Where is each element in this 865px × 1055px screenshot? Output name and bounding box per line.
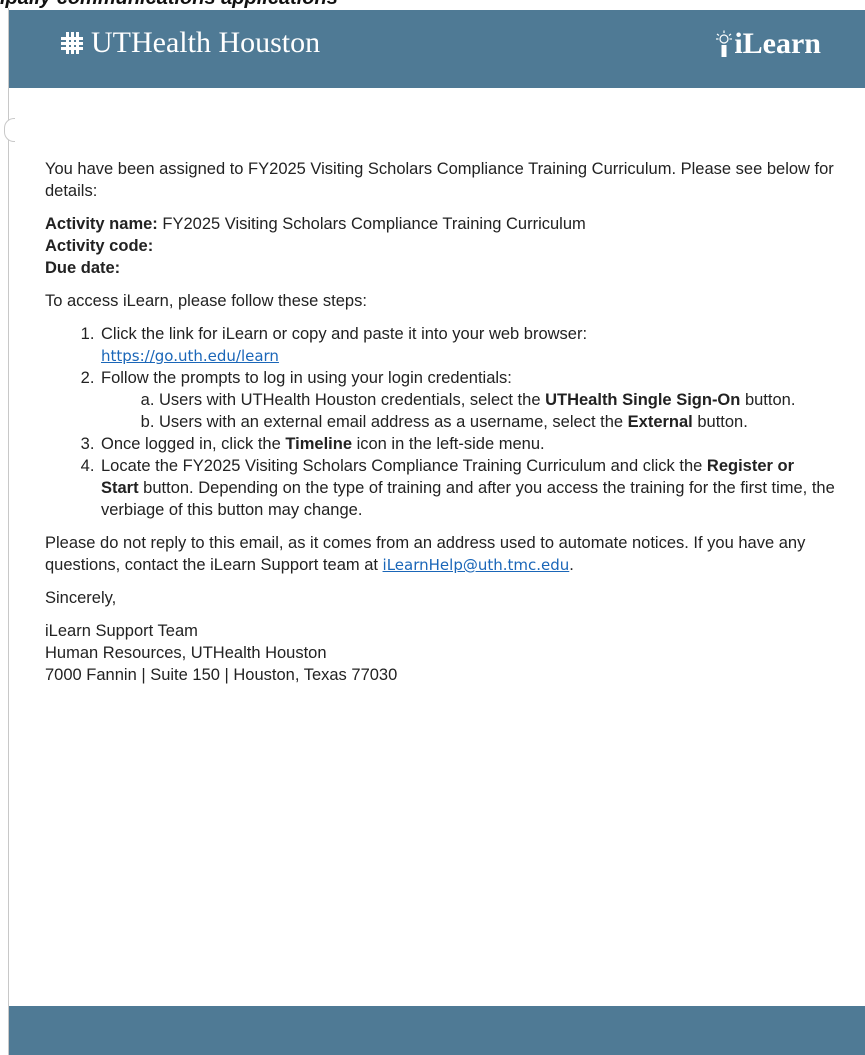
email-footer	[9, 1006, 865, 1055]
sso-button-name: UTHealth Single Sign-On	[545, 391, 741, 409]
notice-end: .	[569, 556, 574, 574]
ilearn-link[interactable]: https://go.uth.edu/learn	[101, 347, 279, 365]
activity-code-label: Activity code:	[45, 237, 154, 255]
ilearn-logo: iLearn	[716, 27, 821, 61]
support-email-link[interactable]: iLearnHelp@uth.tmc.edu	[383, 556, 570, 574]
access-intro: To access iLearn, please follow these st…	[45, 292, 367, 310]
step-3-text: Once logged in, click the	[101, 435, 286, 453]
step-2: Follow the prompts to log in using your …	[99, 367, 835, 433]
activity-name-label: Activity name:	[45, 215, 158, 233]
email-body: You have been assigned to FY2025 Visitin…	[45, 158, 835, 697]
brand-name: UTHealth Houston	[91, 26, 321, 59]
step-1-text: Click the link for iLearn or copy and pa…	[101, 325, 588, 343]
external-button-name: External	[627, 413, 693, 431]
uthealth-grid-icon	[61, 32, 83, 54]
timeline-icon-name: Timeline	[285, 435, 352, 453]
closing: Sincerely,	[45, 589, 117, 607]
step-2a-end: button.	[740, 391, 796, 409]
step-1: Click the link for iLearn or copy and pa…	[99, 323, 835, 367]
step-4-text: Locate the FY2025 Visiting Scholars Comp…	[101, 457, 707, 475]
step-2a: Users with UTHealth Houston credentials,…	[159, 389, 835, 411]
step-2-text: Follow the prompts to log in using your …	[101, 369, 512, 387]
step-2a-text: Users with UTHealth Houston credentials,…	[159, 391, 546, 409]
step-3: Once logged in, click the Timeline icon …	[99, 433, 835, 455]
signature-line-1: iLearn Support Team	[45, 622, 198, 640]
step-2-sublist: Users with UTHealth Houston credentials,…	[101, 389, 835, 433]
signature-line-2: Human Resources, UTHealth Houston	[45, 644, 327, 662]
step-2b: Users with an external email address as …	[159, 411, 835, 433]
ilearn-wordmark: iLearn	[734, 27, 821, 60]
brand-logo: UTHealth Houston	[61, 26, 320, 60]
email-header: UTHealth Houston iLearn	[9, 10, 865, 88]
step-2b-text: Users with an external email address as …	[159, 413, 628, 431]
signature: iLearn Support Team Human Resources, UTH…	[45, 620, 835, 686]
lightbulb-icon	[716, 30, 733, 57]
activity-details: Activity name: FY2025 Visiting Scholars …	[45, 213, 835, 279]
intro-paragraph: You have been assigned to FY2025 Visitin…	[45, 160, 834, 200]
step-2b-end: button.	[692, 413, 748, 431]
signature-line-3: 7000 Fannin | Suite 150 | Houston, Texas…	[45, 666, 398, 684]
steps-list: Click the link for iLearn or copy and pa…	[45, 323, 835, 521]
step-4: Locate the FY2025 Visiting Scholars Comp…	[99, 455, 835, 521]
notice-paragraph: Please do not reply to this email, as it…	[45, 532, 835, 576]
step-3-end: icon in the left-side menu.	[352, 435, 545, 453]
activity-name-value: FY2025 Visiting Scholars Compliance Trai…	[157, 215, 586, 233]
step-4-end: button. Depending on the type of trainin…	[101, 479, 835, 519]
frame-notch	[4, 118, 15, 142]
due-date-label: Due date:	[45, 259, 121, 277]
